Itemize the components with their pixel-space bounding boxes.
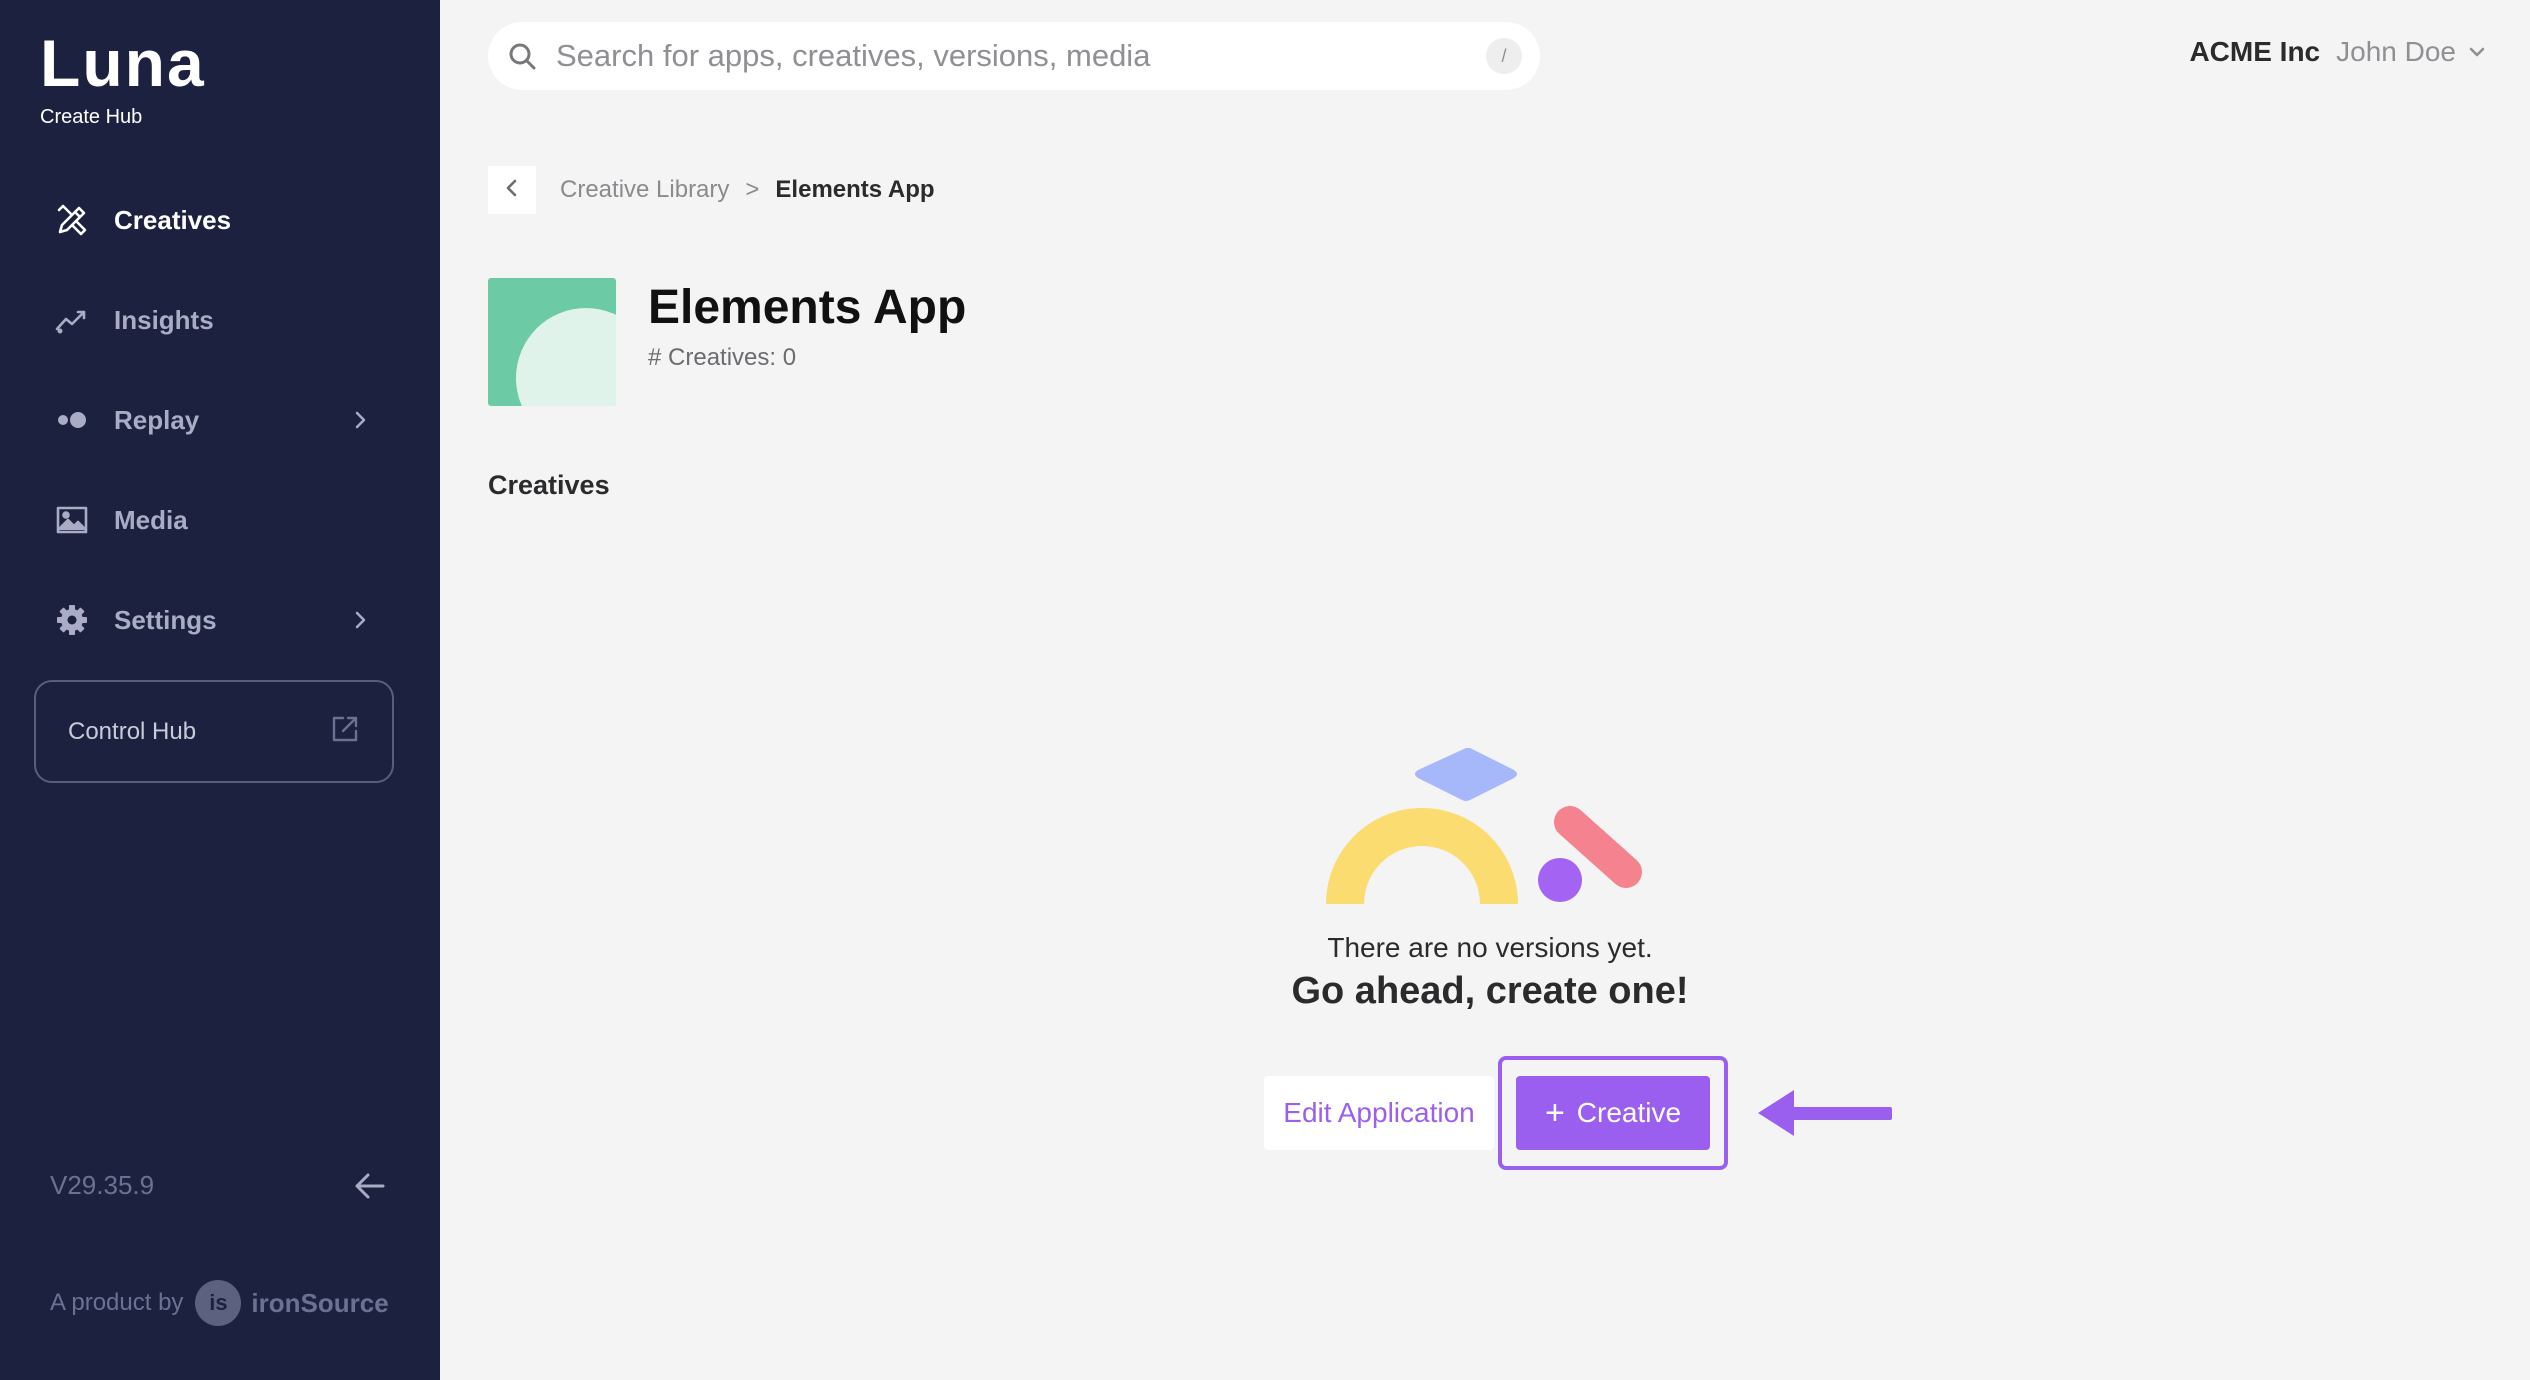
product-by-text: A product by [50, 1289, 184, 1316]
control-hub-link[interactable]: Control Hub [34, 680, 394, 783]
chevron-left-icon [500, 176, 524, 205]
empty-state-message: There are no versions yet. [1327, 932, 1653, 963]
user-name: John Doe [2336, 36, 2456, 67]
app-thumbnail [488, 278, 616, 406]
chevron-down-icon [2466, 41, 2488, 63]
sidebar-nav: Creatives Insights Replay Media Settings [0, 170, 440, 670]
creatives-pencil-icon [52, 200, 92, 240]
settings-gear-icon [52, 600, 92, 640]
brand-logo[interactable]: Luna Create Hub [40, 30, 206, 129]
empty-state-headline: Go ahead, create one! [1291, 970, 1689, 1012]
brand-name: Luna [40, 26, 206, 100]
sidebar-item-insights[interactable]: Insights [0, 270, 440, 370]
breadcrumb-current: Elements App [775, 176, 935, 203]
sidebar-item-label: Settings [114, 604, 217, 635]
sidebar-item-label: Media [114, 504, 188, 535]
search-input[interactable] [556, 38, 1456, 74]
empty-state-illustration [1320, 747, 1660, 908]
create-creative-label: Creative [1576, 1097, 1682, 1128]
back-button[interactable] [488, 166, 536, 214]
sidebar-item-replay[interactable]: Replay [0, 370, 440, 470]
search-icon [506, 40, 538, 72]
sidebar-item-label: Insights [114, 304, 214, 335]
edit-application-button[interactable]: Edit Application [1264, 1076, 1494, 1150]
replay-dots-icon [52, 400, 92, 440]
account-menu[interactable]: ACME Inc John Doe [2189, 36, 2488, 68]
creatives-count: # Creatives: 0 [648, 344, 797, 371]
create-creative-button[interactable]: + Creative [1516, 1076, 1710, 1150]
page-title: Elements App [648, 281, 967, 334]
sidebar: Luna Create Hub Creatives Insights Repla… [0, 0, 440, 1380]
sidebar-item-label: Replay [114, 404, 200, 435]
sidebar-item-label: Creatives [114, 204, 232, 235]
pointer-arrow-icon [1758, 1086, 1892, 1138]
insights-chart-icon [52, 300, 92, 340]
brand-subtitle: Create Hub [40, 106, 143, 128]
plus-icon: + [1544, 1094, 1565, 1132]
collapse-sidebar-button[interactable] [350, 1166, 390, 1206]
chevron-right-icon [348, 408, 372, 432]
ironsource-wordmark: ironSource [251, 1287, 389, 1318]
arrow-left-icon [350, 1173, 390, 1210]
app-thumbnail-shape [516, 308, 616, 406]
control-hub-label: Control Hub [68, 717, 197, 745]
sidebar-item-settings[interactable]: Settings [0, 570, 440, 670]
creatives-section-title: Creatives [488, 470, 610, 500]
search-shortcut-hint: / [1486, 38, 1522, 74]
global-search-bar[interactable]: / [488, 22, 1540, 90]
organization-name: ACME Inc [2189, 36, 2321, 67]
media-image-icon [52, 500, 92, 540]
breadcrumb-creative-library[interactable]: Creative Library [560, 176, 729, 204]
breadcrumb-separator: > [745, 176, 760, 203]
breadcrumb: Creative Library > Elements App [560, 176, 935, 204]
ironsource-logo-icon: is [195, 1280, 242, 1326]
sidebar-item-creatives[interactable]: Creatives [0, 170, 440, 270]
sidebar-item-media[interactable]: Media [0, 470, 440, 570]
external-link-icon [330, 714, 360, 749]
app-version: V29.35.9 [50, 1170, 155, 1200]
product-by-footer: A product by is ironSource [50, 1280, 389, 1326]
chevron-right-icon [348, 608, 372, 632]
